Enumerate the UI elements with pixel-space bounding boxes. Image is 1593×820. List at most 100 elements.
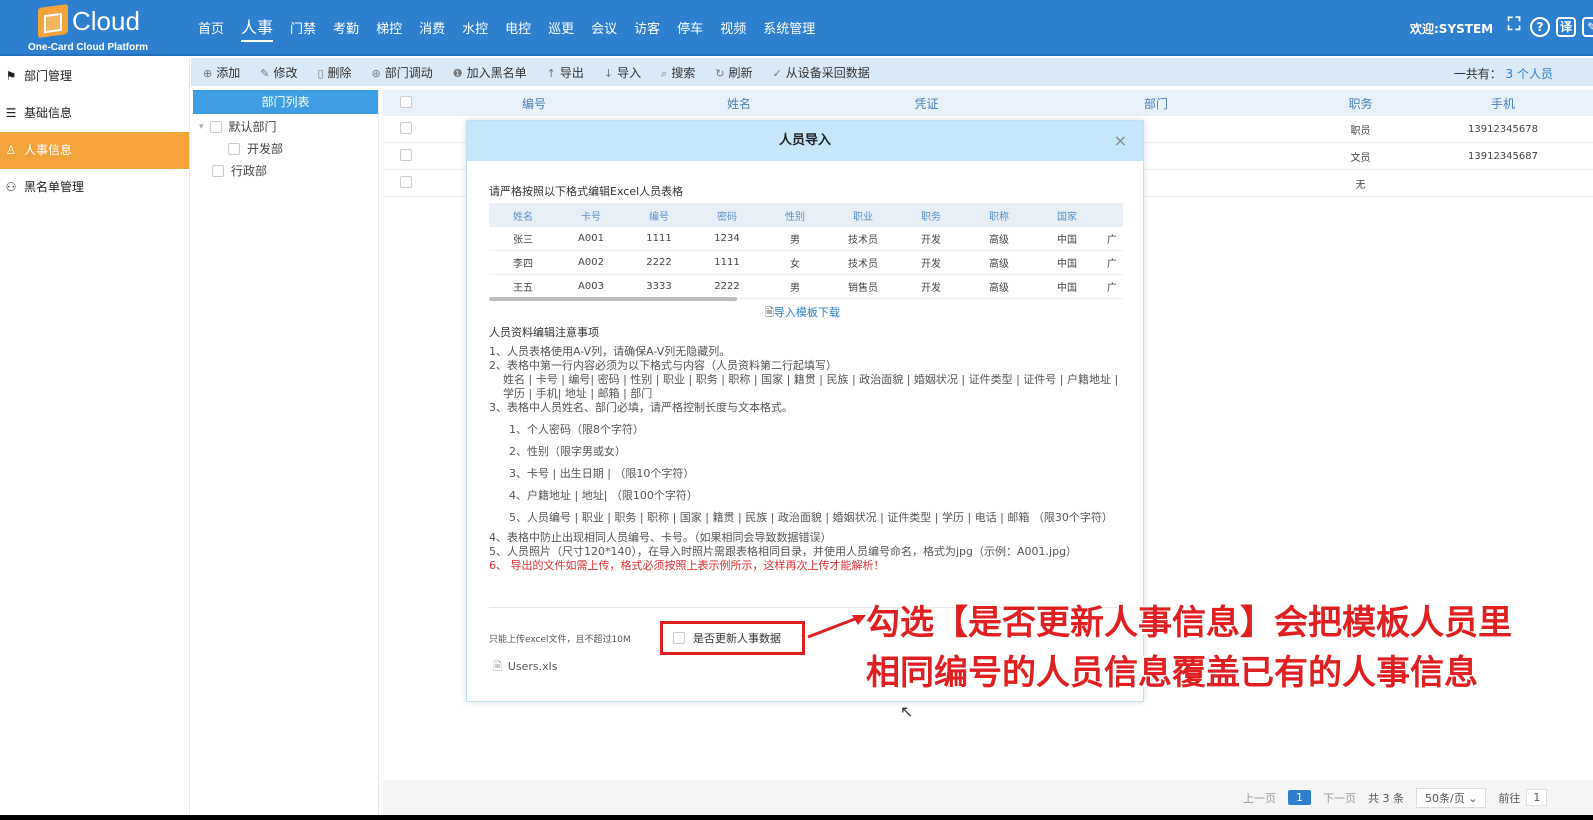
arrow-down-icon: ↓ [603,66,614,80]
help-icon[interactable]: ? [1530,17,1550,37]
row-select-cell [383,121,429,137]
note-item: 2、性别（限字男或女） [509,445,626,458]
department-tree: 部门列表 ▾ 默认部门 开发部 行政部 [191,90,379,815]
edit-button[interactable]: ✎ 修改 [260,64,297,81]
checkbox[interactable] [209,121,222,133]
goto-page-input[interactable]: 1 [1526,789,1548,806]
horizontal-scrollbar[interactable] [489,297,737,301]
page-size-select[interactable]: 50条/页 ⌄ [1416,787,1487,808]
note-item: 1、个人密码（限8个字符） [509,423,644,436]
annotation-line: 勾选【是否更新人事信息】会把模板人员里 [866,603,1512,643]
nav-personnel[interactable]: 人事 [241,14,274,42]
uploaded-file[interactable]: 🗎 Users.xls [493,658,557,677]
dialog-header: 人员导入 × [467,121,1143,161]
checkbox[interactable] [212,165,224,177]
sidebar-item-departments[interactable]: ⚑ 部门管理 [0,58,189,95]
checkbox[interactable] [228,143,240,155]
nav-home[interactable]: 首页 [198,18,224,39]
tree-node-dev-dept[interactable]: 开发部 [191,138,378,160]
col-duty[interactable]: 职务 [1298,95,1423,112]
sample-col: 性别 [785,211,805,223]
nav-system[interactable]: 系统管理 [763,18,815,39]
select-all-cell [383,95,429,111]
count-value: 3 个人员 [1505,67,1553,81]
count-prefix: 一共有： [1453,67,1502,81]
transfer-icon: ⊛ [371,66,381,80]
row-select-cell [383,175,429,191]
sidebar-item-blacklist[interactable]: ⚇ 黑名单管理 [0,169,189,206]
top-header: Cloud One-Card Cloud Platform 首页 人事 门禁 考… [0,0,1593,56]
col-name[interactable]: 姓名 [639,95,839,112]
nav-access[interactable]: 门禁 [290,18,316,39]
expand-arrow-icon[interactable]: ▾ [199,116,204,138]
note-item: 1、人员表格使用A-V列，请确保A-V列无隐藏列。 [489,345,731,358]
export-button[interactable]: ↑ 导出 [547,64,584,81]
cell-duty: 无 [1355,179,1366,191]
add-button[interactable]: ⊕ 添加 [203,64,240,81]
col-phone[interactable]: 手机 [1423,95,1583,112]
blacklist-button[interactable]: ❶ 加入黑名单 [453,64,527,81]
refresh-button[interactable]: ↻ 刷新 [715,64,752,81]
fetch-device-data-button[interactable]: ✓ 从设备采回数据 [773,64,870,81]
row-checkbox[interactable] [400,121,412,134]
col-department[interactable]: 部门 [1014,95,1298,112]
sidebar-item-personnel-info[interactable]: ♙ 人事信息 [0,132,189,169]
toolbar: ⊕ 添加 ✎ 修改 ▯ 删除 ⊛ 部门调动 ❶ 加入黑名单 ↑ 导出 ↓ 导入 ⌕ 搜索 ↻ 刷新… [191,58,1593,86]
prev-page-button[interactable]: 上一页 [1243,790,1276,806]
tree-node-default-dept[interactable]: ▾ 默认部门 [191,116,378,138]
page-1-button[interactable]: 1 [1288,790,1311,805]
row-checkbox[interactable] [400,148,412,161]
template-link-label: 导入模板下载 [773,306,840,319]
import-label: 导入 [617,65,642,80]
arrow-line [807,615,861,639]
row-checkbox[interactable] [400,175,412,188]
sample-row: 王五 A003 3333 2222 男 销售员 开发 高级 中国 广 [489,275,1123,299]
refresh-label: 刷新 [728,65,753,80]
nav-patrol[interactable]: 巡更 [548,18,574,39]
nav-water[interactable]: 水控 [462,18,488,39]
sample-col: 职业 [853,211,873,223]
nav-power[interactable]: 电控 [505,18,531,39]
file-icon: 🗎 [493,660,502,673]
next-page-button[interactable]: 下一页 [1323,790,1356,806]
nav-consumption[interactable]: 消费 [419,18,445,39]
col-id[interactable]: 编号 [429,95,639,112]
nav-visitor[interactable]: 访客 [634,18,660,39]
dialog-title: 人员导入 [778,133,831,148]
sample-cell: 高级 [989,259,1009,270]
sidebar: ⚑ 部门管理 ☰ 基础信息 ♙ 人事信息 ⚇ 黑名单管理 [0,58,190,815]
nav-meeting[interactable]: 会议 [591,18,617,39]
translate-icon[interactable]: 译 [1556,17,1576,37]
delete-button[interactable]: ▯ 删除 [317,64,351,81]
template-download-link[interactable]: 🗎导入模板下载 [765,304,840,323]
cell-duty: 职员 [1350,125,1371,137]
import-button[interactable]: ↓ 导入 [604,64,641,81]
sample-cell: 李四 [513,259,533,270]
note-item: 4、户籍地址 | 地址| （限100个字符） [509,489,698,502]
nav-attendance[interactable]: 考勤 [333,18,359,39]
cell-duty: 文员 [1350,152,1371,164]
col-credential[interactable]: 凭证 [839,95,1014,112]
update-personnel-checkbox[interactable] [673,632,685,644]
nav-parking[interactable]: 停车 [677,18,703,39]
trash-icon: ▯ [317,66,324,80]
select-all-checkbox[interactable] [400,95,412,108]
sample-cell: 广 [1107,259,1117,270]
sidebar-item-basic-info[interactable]: ☰ 基础信息 [0,95,189,132]
sample-cell: 开发 [921,235,941,246]
close-icon[interactable]: × [1114,121,1127,161]
sample-col: 卡号 [581,211,601,223]
nav-video[interactable]: 视频 [720,18,746,39]
nav-elevator[interactable]: 梯控 [376,18,402,39]
transfer-button[interactable]: ⊛ 部门调动 [372,64,433,81]
search-button[interactable]: ⌕ 搜索 [661,64,695,81]
tree-node-admin-dept[interactable]: 行政部 [191,160,378,182]
upload-hint: 只能上传excel文件，且不超过10M [489,635,631,645]
sample-cell: 开发 [921,259,941,270]
sample-col: 姓名 [513,211,533,223]
fullscreen-icon[interactable]: ⛶ [1504,16,1524,37]
table-header: 编号 姓名 凭证 部门 职务 手机 [383,90,1593,116]
update-personnel-label[interactable]: 是否更新人事数据 [693,630,781,646]
fetch-label: 从设备采回数据 [785,65,870,80]
edit-icon[interactable]: ✎ [1582,17,1593,37]
